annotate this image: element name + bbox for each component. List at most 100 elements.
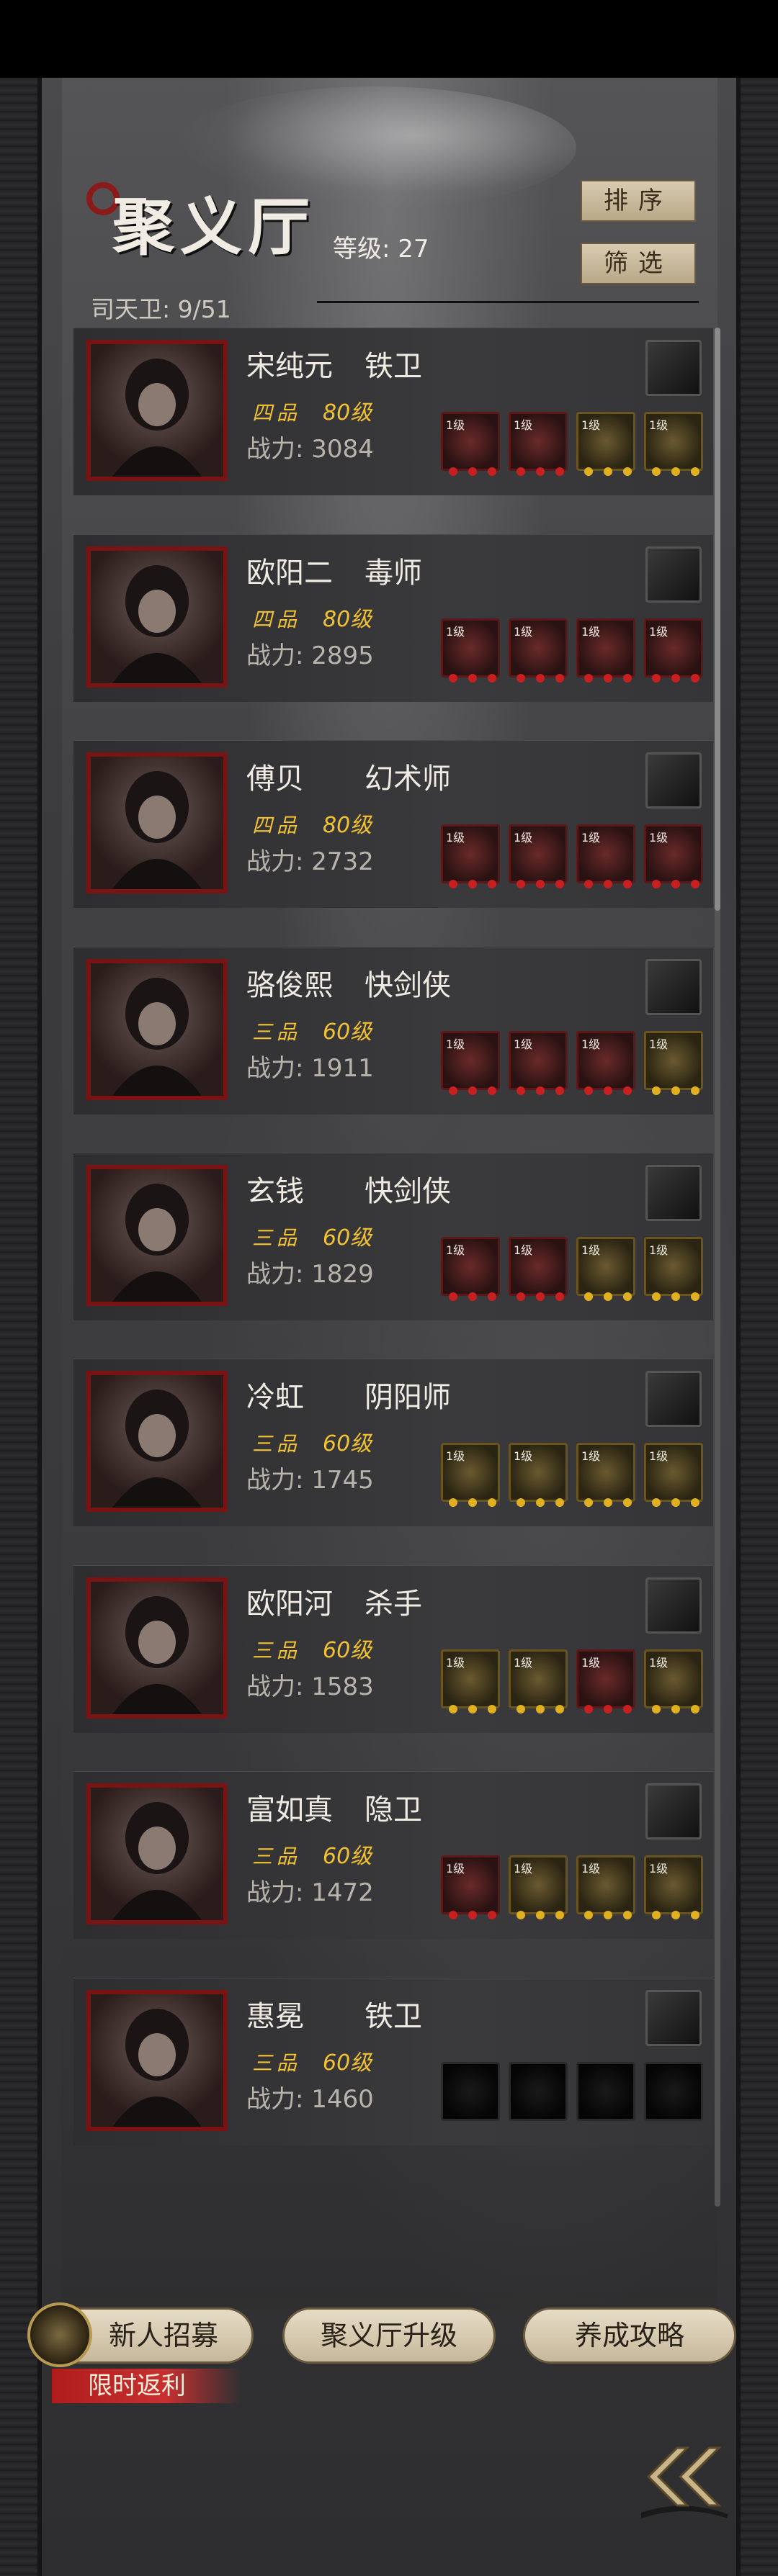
equipment-slot[interactable]: 1级 — [441, 1237, 500, 1301]
equipment-slot[interactable]: 1级 — [441, 1649, 500, 1713]
equipment-slot[interactable]: 1级 — [441, 824, 500, 888]
equipment-row: 1级 1级 1级 1级 — [441, 412, 707, 481]
hero-power: 战力: 1583 — [246, 1672, 374, 1701]
equipment-slot[interactable]: 1级 — [441, 1855, 500, 1919]
equipment-slot[interactable]: 1级 — [576, 412, 635, 476]
hero-power: 战力: 2895 — [246, 641, 374, 670]
hero-card[interactable]: 欧阳河 杀手 三品 60级 战力: 1583 1级 1级 1级 1级 — [73, 1565, 713, 1733]
star-dots — [584, 467, 632, 476]
equipment-row: 1级 1级 1级 1级 — [441, 618, 707, 688]
special-item-slot[interactable] — [645, 1577, 702, 1634]
sort-button[interactable]: 排序 — [581, 180, 696, 222]
equipment-slot[interactable]: 1级 — [576, 1855, 635, 1919]
special-item-slot[interactable] — [645, 1990, 702, 2046]
hero-portrait[interactable] — [86, 340, 228, 481]
equipment-slot[interactable] — [509, 2062, 568, 2121]
filter-button[interactable]: 筛选 — [581, 243, 696, 284]
equipment-row: 1级 1级 1级 1级 — [441, 1031, 707, 1100]
equipment-slot[interactable] — [441, 2062, 500, 2121]
equip-level: 1级 — [446, 1037, 465, 1051]
equipment-slot[interactable]: 1级 — [576, 618, 635, 683]
hero-portrait[interactable] — [86, 752, 228, 893]
guide-button[interactable]: 养成攻略 — [523, 2307, 736, 2364]
star-dots — [584, 1498, 632, 1507]
special-item-slot[interactable] — [645, 959, 702, 1015]
hero-name: 宋纯元 — [246, 350, 333, 383]
equip-level: 1级 — [581, 831, 601, 845]
equipment-row — [441, 2062, 707, 2131]
hero-portrait[interactable] — [86, 1783, 228, 1924]
equipment-slot[interactable]: 1级 — [441, 618, 500, 683]
equipment-slot[interactable]: 1级 — [441, 1031, 500, 1095]
equipment-slot[interactable]: 1级 — [509, 1237, 568, 1301]
equipment-slot[interactable] — [644, 2062, 703, 2121]
equipment-slot[interactable]: 1级 — [509, 618, 568, 683]
equipment-slot[interactable]: 1级 — [441, 1443, 500, 1507]
special-item-slot[interactable] — [645, 340, 702, 396]
hero-name: 冷虹 — [246, 1381, 304, 1414]
equipment-slot[interactable]: 1级 — [576, 1031, 635, 1095]
star-dots — [517, 1086, 564, 1095]
equipment-slot[interactable]: 1级 — [509, 412, 568, 476]
special-item-slot[interactable] — [645, 1783, 702, 1839]
hero-portrait[interactable] — [86, 1577, 228, 1719]
hero-power: 战力: 1829 — [246, 1260, 374, 1289]
guard-count: 司天卫: 9/51 — [91, 295, 231, 323]
hero-card[interactable]: 玄钱 快剑侠 三品 60级 战力: 1829 1级 1级 1级 1级 — [73, 1153, 713, 1320]
equipment-slot[interactable]: 1级 — [644, 1649, 703, 1713]
hero-rank: 四品 — [252, 401, 302, 425]
recruit-icon[interactable] — [27, 2302, 92, 2367]
equipment-slot[interactable]: 1级 — [509, 1031, 568, 1095]
back-chevron-icon[interactable] — [634, 2433, 735, 2520]
hero-avatar-icon — [112, 1390, 202, 1508]
equip-level: 1级 — [446, 1243, 465, 1257]
hero-card[interactable]: 惠冕 铁卫 三品 60级 战力: 1460 — [73, 1978, 713, 2145]
equipment-slot[interactable]: 1级 — [509, 1443, 568, 1507]
hero-card[interactable]: 欧阳二 毒师 四品 80级 战力: 2895 1级 1级 1级 1级 — [73, 534, 713, 702]
hero-portrait[interactable] — [86, 1165, 228, 1306]
star-dots — [652, 1498, 699, 1507]
scrollbar-thumb[interactable] — [715, 328, 720, 911]
hero-avatar-icon — [112, 359, 202, 477]
equipment-slot[interactable]: 1级 — [509, 824, 568, 888]
hero-portrait[interactable] — [86, 959, 228, 1100]
equipment-slot[interactable]: 1级 — [576, 824, 635, 888]
scrollbar[interactable] — [715, 328, 720, 2207]
special-item-slot[interactable] — [645, 1165, 702, 1221]
hero-card[interactable]: 傅贝 幻术师 四品 80级 战力: 2732 1级 1级 1级 1级 — [73, 740, 713, 908]
equipment-slot[interactable]: 1级 — [576, 1649, 635, 1713]
special-item-slot[interactable] — [645, 546, 702, 603]
hero-rank: 四品 — [252, 814, 302, 837]
hero-power: 战力: 3084 — [246, 435, 374, 464]
equipment-slot[interactable]: 1级 — [644, 412, 703, 476]
hero-portrait[interactable] — [86, 546, 228, 688]
equipment-slot[interactable]: 1级 — [576, 1443, 635, 1507]
special-item-slot[interactable] — [645, 1371, 702, 1427]
hero-avatar-icon — [112, 771, 202, 889]
hero-portrait[interactable] — [86, 1990, 228, 2131]
hero-portrait[interactable] — [86, 1371, 228, 1512]
equipment-slot[interactable]: 1级 — [576, 1237, 635, 1301]
hero-power: 战力: 1911 — [246, 1054, 374, 1083]
equipment-slot[interactable]: 1级 — [644, 1031, 703, 1095]
hero-card[interactable]: 富如真 隐卫 三品 60级 战力: 1472 1级 1级 1级 1级 — [73, 1771, 713, 1939]
equipment-slot[interactable]: 1级 — [644, 618, 703, 683]
equipment-slot[interactable]: 1级 — [644, 1855, 703, 1919]
hero-card[interactable]: 宋纯元 铁卫 四品 80级 战力: 3084 1级 1级 1级 1级 — [73, 328, 713, 495]
equipment-slot[interactable]: 1级 — [644, 1443, 703, 1507]
star-dots — [517, 1705, 564, 1713]
special-item-slot[interactable] — [645, 752, 702, 809]
equipment-slot[interactable] — [576, 2062, 635, 2121]
equipment-slot[interactable]: 1级 — [509, 1649, 568, 1713]
equipment-slot[interactable]: 1级 — [441, 412, 500, 476]
hero-class: 铁卫 — [365, 350, 422, 383]
equipment-slot[interactable]: 1级 — [644, 824, 703, 888]
star-dots — [517, 1911, 564, 1919]
promo-banner[interactable]: 限时返利 — [52, 2369, 241, 2403]
hero-card[interactable]: 冷虹 阴阳师 三品 60级 战力: 1745 1级 1级 1级 1级 — [73, 1359, 713, 1526]
equipment-slot[interactable]: 1级 — [509, 1855, 568, 1919]
hall-upgrade-button[interactable]: 聚义厅升级 — [282, 2307, 496, 2364]
equipment-slot[interactable]: 1级 — [644, 1237, 703, 1301]
star-dots — [584, 1292, 632, 1301]
hero-card[interactable]: 骆俊熙 快剑侠 三品 60级 战力: 1911 1级 1级 1级 1级 — [73, 947, 713, 1114]
